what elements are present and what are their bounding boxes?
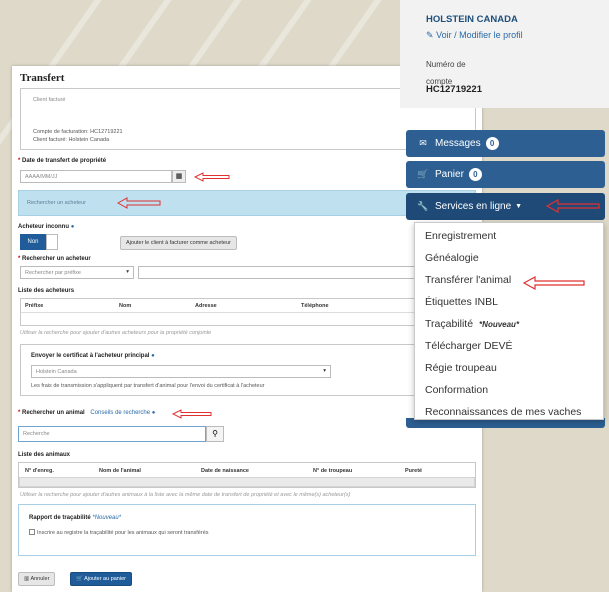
unknown-buyer-toggle-off[interactable] <box>46 234 58 250</box>
billed-client: Client facturé: Holstein Canada <box>33 137 110 143</box>
search-buyer-type-select[interactable]: Rechercher par préfixe ▾ <box>20 266 134 279</box>
pencil-icon: ✎ <box>426 30 434 40</box>
cart-icon: 🛒 <box>417 169 429 179</box>
annotation-arrow-icon <box>172 409 212 419</box>
buyers-column-name: Nom <box>119 303 132 309</box>
buyers-column-prefix: Préfixe <box>25 303 44 309</box>
cart-button[interactable]: 🛒 Panier 0 <box>406 161 605 188</box>
animals-note: Utiliser la recherche pour ajouter d'aut… <box>20 492 351 498</box>
info-icon: ● <box>151 353 155 359</box>
dropdown-caret-icon: ▾ <box>323 368 326 374</box>
search-animal-label: * Rechercher un animal Conseils de reche… <box>18 410 156 416</box>
profile-card: HOLSTEIN CANADA ✎ Voir / Modifier le pro… <box>400 0 609 108</box>
cart-label: Panier <box>435 169 464 180</box>
account-number: HC12719221 <box>426 84 482 95</box>
menu-item-herd-management[interactable]: Régie troupeau <box>425 362 497 374</box>
buyers-column-phone: Téléphone <box>301 303 329 309</box>
animals-table: N° d'enreg. Nom de l'animal Date de nais… <box>18 462 476 488</box>
menu-item-genealogy[interactable]: Généalogie <box>425 252 479 264</box>
animals-column-purity: Pureté <box>405 468 423 474</box>
menu-item-transfer-animal[interactable]: Transférer l'animal <box>425 274 511 286</box>
edit-profile-link[interactable]: ✎ Voir / Modifier le profil <box>426 30 523 41</box>
billing-account: Compte de facturation: HC12719221 <box>33 129 123 135</box>
unknown-buyer-label: Acheteur inconnu ● <box>18 224 75 230</box>
buyers-table: Préfixe Nom Adresse Téléphone <box>20 298 476 326</box>
buyers-column-address: Adresse <box>195 303 217 309</box>
info-icon: ● <box>70 224 75 230</box>
animal-search-hint-link[interactable]: Conseils de recherche ● <box>90 410 155 416</box>
menu-item-traceability[interactable]: Traçabilité *Nouveau* <box>425 318 519 330</box>
add-to-cart-button[interactable]: 🛒 Ajouter au panier <box>70 572 132 586</box>
messages-button[interactable]: ✉ Messages 0 <box>406 130 605 157</box>
animals-column-birthdate: Date de naissance <box>201 468 249 474</box>
add-billed-client-button[interactable]: Ajouter le client à facturer comme achet… <box>120 236 237 250</box>
profile-name: HOLSTEIN CANADA <box>426 14 518 25</box>
wrench-icon: 🔧 <box>417 201 429 211</box>
cart-icon: 🛒 <box>76 576 83 582</box>
annotation-arrow-icon <box>546 199 600 213</box>
caret-down-icon: ▼ <box>515 203 523 210</box>
traceability-checkbox[interactable] <box>29 529 35 535</box>
annotation-arrow-icon <box>523 276 585 290</box>
buyers-note: Utiliser la recherche pour ajouter d'aut… <box>20 330 212 336</box>
new-badge: *Nouveau* <box>92 515 122 521</box>
menu-item-inbl-tags[interactable]: Étiquettes INBL <box>425 296 498 308</box>
envelope-icon: ✉ <box>419 138 427 148</box>
unknown-buyer-toggle[interactable]: Non <box>20 234 46 250</box>
animal-search-input[interactable]: Recherche <box>18 426 206 442</box>
menu-item-download-deve[interactable]: Télécharger DEVÉ <box>425 340 513 352</box>
cancel-button[interactable]: ▥ Annuler <box>18 572 56 586</box>
traceability-title: Rapport de traçabilité *Nouveau* <box>29 515 122 521</box>
buyer-search-bar-label: Rechercher un acheteur <box>27 200 87 206</box>
menu-item-cow-recognitions[interactable]: Reconnaissances de mes vaches <box>425 406 581 418</box>
divider <box>21 312 475 313</box>
search-buyer-label: * Rechercher un acheteur <box>18 256 91 262</box>
certificate-recipient-select[interactable]: Holstein Canada ▾ <box>31 365 331 378</box>
services-dropdown-menu: Enregistrement Généalogie Transférer l'a… <box>414 222 604 420</box>
messages-label: Messages <box>435 138 481 149</box>
animals-list-label: Liste des animaux <box>18 452 71 458</box>
transfer-date-input[interactable]: AAAA/MM/JJ <box>20 170 172 183</box>
search-icon[interactable]: ⚲ <box>206 426 224 442</box>
menu-item-registration[interactable]: Enregistrement <box>425 230 496 242</box>
transmission-note: Les frais de transmission s'appliquent p… <box>31 383 265 389</box>
menu-item-conformation[interactable]: Conformation <box>425 384 488 396</box>
table-row <box>19 477 475 487</box>
animals-column-reg: N° d'enreg. <box>25 468 54 474</box>
cart-count-badge: 0 <box>468 168 482 181</box>
new-badge: *Nouveau* <box>479 320 520 329</box>
animals-column-name: Nom de l'animal <box>99 468 141 474</box>
messages-count-badge: 0 <box>485 137 499 150</box>
online-services-label: Services en ligne <box>435 201 512 212</box>
trash-icon: ▥ <box>24 576 30 582</box>
certificate-box: Envoyer le certificat à l'acheteur princ… <box>20 344 476 396</box>
animals-column-herd: N° de troupeau <box>313 468 353 474</box>
traceability-checkbox-label: Inscrire au registre la traçabilité pour… <box>37 530 209 536</box>
billed-client-label: Client facturé <box>33 97 66 103</box>
dropdown-caret-icon: ▾ <box>126 269 129 275</box>
calendar-icon[interactable]: ▦ <box>172 170 186 183</box>
transfer-date-label: * Date de transfert de propriété <box>18 158 107 164</box>
page-title: Transfert <box>20 72 65 84</box>
send-certificate-label: Envoyer le certificat à l'acheteur princ… <box>31 353 155 359</box>
buyers-list-label: Liste des acheteurs <box>18 288 75 294</box>
annotation-arrow-icon <box>117 197 161 209</box>
traceability-box: Rapport de traçabilité *Nouveau* Inscrir… <box>18 504 476 556</box>
annotation-arrow-icon <box>194 172 230 182</box>
